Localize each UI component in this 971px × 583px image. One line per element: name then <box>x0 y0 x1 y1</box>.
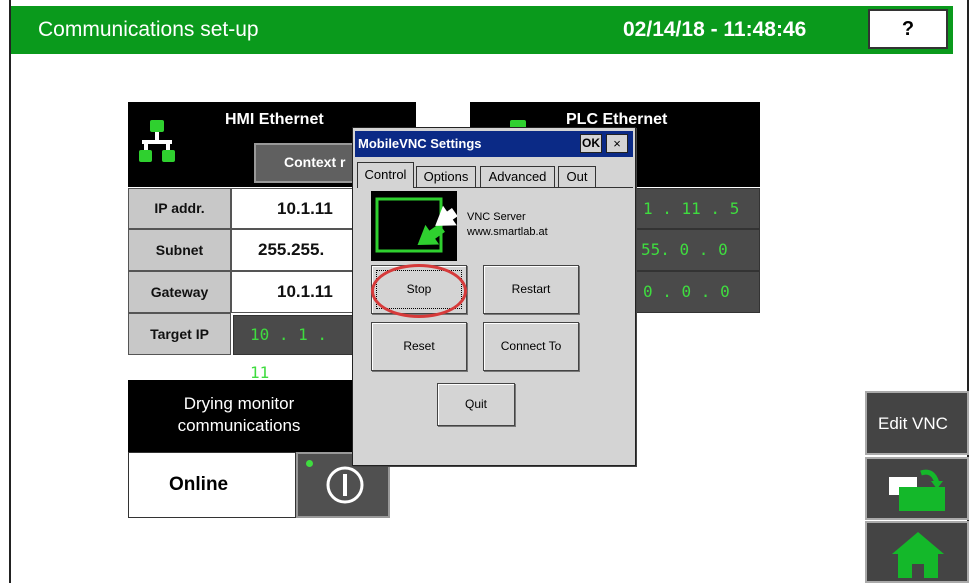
online-status: Online <box>128 452 296 518</box>
vnc-logo <box>371 191 458 261</box>
gateway-label: Gateway <box>128 271 231 313</box>
subnet-field[interactable]: 255.255. <box>231 229 356 271</box>
plc-subnet-field[interactable]: 55. 0 . 0 <box>636 229 760 271</box>
stop-button[interactable]: Stop <box>371 265 467 314</box>
page-title: Communications set-up <box>38 18 259 41</box>
dialog-ok-button[interactable]: OK <box>580 134 602 153</box>
quit-button[interactable]: Quit <box>437 383 515 426</box>
plc-gateway-field[interactable]: 0 . 0 . 0 <box>636 271 760 313</box>
page-flip-icon <box>889 469 945 511</box>
tab-options[interactable]: Options <box>416 166 476 187</box>
edit-vnc-button[interactable]: Edit VNC <box>865 391 969 455</box>
page-switch-button[interactable] <box>865 457 969 520</box>
mobilevnc-settings-dialog: MobileVNC Settings OK × Options Advanced… <box>352 127 636 466</box>
restart-button[interactable]: Restart <box>483 265 579 314</box>
status-led <box>306 460 313 467</box>
tab-advanced[interactable]: Advanced <box>480 166 555 187</box>
plc-ip-field[interactable]: 1 . 11 . 5 <box>636 188 760 229</box>
reset-button[interactable]: Reset <box>371 322 467 371</box>
vnc-server-info: VNC Server www.smartlab.at <box>467 210 548 240</box>
tab-out[interactable]: Out <box>558 166 596 187</box>
edit-vnc-label: Edit VNC <box>878 414 948 433</box>
home-button[interactable] <box>865 521 969 583</box>
drying-monitor-panel: Drying monitor communications <box>128 380 390 452</box>
subnet-label: Subnet <box>128 229 231 271</box>
dialog-title: MobileVNC Settings <box>358 136 482 151</box>
home-icon <box>892 532 944 578</box>
vnc-server-name: VNC Server <box>467 211 526 223</box>
connect-to-button[interactable]: Connect To <box>483 322 579 371</box>
vnc-arrow-icon <box>375 197 458 253</box>
hmi-ethernet-title: HMI Ethernet <box>225 111 324 128</box>
title-bar: Communications set-up 02/14/18 - 11:48:4… <box>11 6 953 54</box>
network-icon <box>139 120 175 162</box>
target-ip-label: Target IP <box>128 313 231 355</box>
power-icon <box>326 466 364 504</box>
context-menu-button[interactable]: Context r <box>254 143 364 183</box>
datetime-display: 02/14/18 - 11:48:46 <box>623 18 807 41</box>
dialog-title-bar[interactable]: MobileVNC Settings OK × <box>355 131 633 157</box>
vnc-server-url: www.smartlab.at <box>467 226 548 238</box>
tab-control[interactable]: Control <box>357 162 414 188</box>
help-button[interactable]: ? <box>868 9 948 49</box>
gateway-field[interactable]: 10.1.11 <box>231 271 356 313</box>
drying-monitor-subtitle: communications <box>177 416 301 435</box>
target-ip-field[interactable]: 10 . 1 . 11 <box>233 315 356 382</box>
ip-addr-label: IP addr. <box>128 188 231 229</box>
drying-monitor-title: Drying monitor <box>183 394 295 413</box>
dialog-close-button[interactable]: × <box>606 134 628 153</box>
ip-addr-field[interactable]: 10.1.11 <box>231 188 356 229</box>
